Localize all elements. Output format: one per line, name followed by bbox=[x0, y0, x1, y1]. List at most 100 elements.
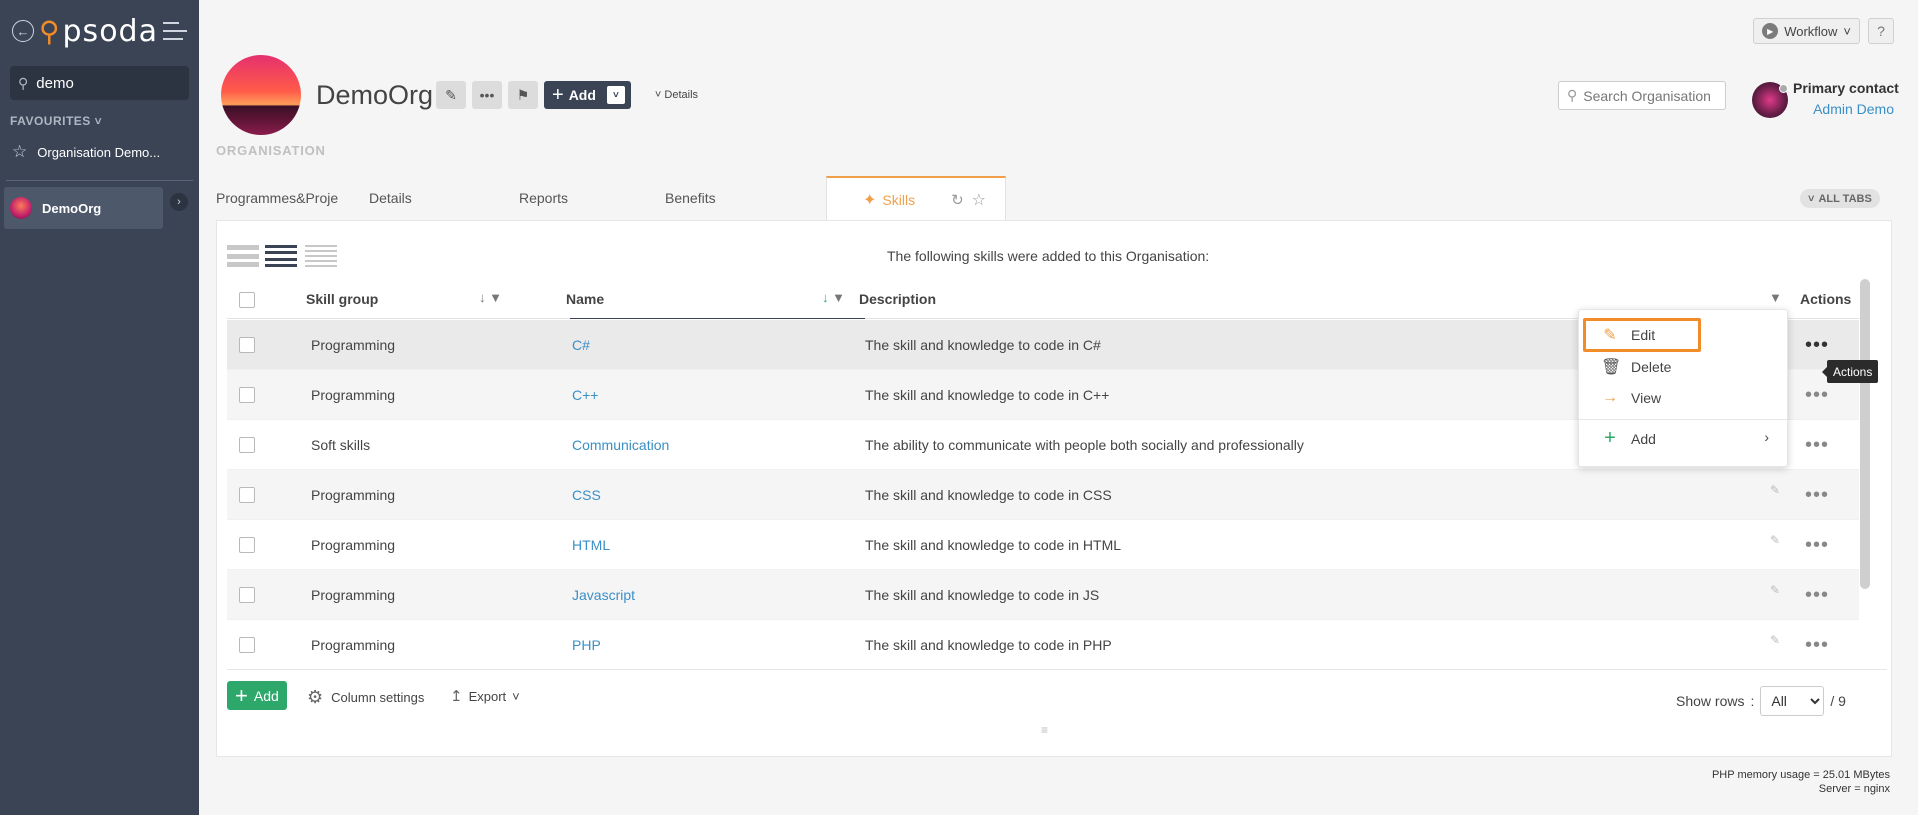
org-type-label: ORGANISATION bbox=[216, 143, 326, 158]
sidebar: ← ⚲ psoda ⚲ FAVOURITES ˅ ☆ Organisation … bbox=[0, 0, 199, 815]
row-checkbox[interactable] bbox=[239, 387, 255, 403]
cell-name-link[interactable]: Javascript bbox=[572, 587, 635, 603]
header-actions: Actions bbox=[1800, 291, 1852, 307]
chevron-right-icon: › bbox=[1764, 429, 1769, 445]
menu-item-delete[interactable]: 🗑 Delete bbox=[1601, 357, 1671, 377]
favourite-item[interactable]: ☆ Organisation Demo... bbox=[12, 142, 199, 162]
star-icon: ☆ bbox=[12, 142, 28, 161]
sort-filter-name[interactable]: ↓ ▼ bbox=[822, 290, 845, 305]
favourite-item-label: Organisation Demo... bbox=[37, 144, 161, 160]
export-button[interactable]: ↥ Export ˅ bbox=[450, 687, 520, 705]
sidebar-search-input[interactable] bbox=[36, 74, 177, 92]
menu-toggle-icon[interactable] bbox=[162, 22, 187, 40]
more-options-button[interactable]: ••• bbox=[472, 81, 502, 109]
all-tabs-button[interactable]: ˅ ALL TABS bbox=[1800, 189, 1880, 208]
show-rows-control: Show rows: All / 9 bbox=[1676, 686, 1846, 716]
sort-filter-skill-group[interactable]: ↓ ▼ bbox=[479, 290, 502, 305]
scrollbar[interactable] bbox=[1860, 279, 1870, 589]
add-button[interactable]: + Add ˅ bbox=[544, 81, 631, 109]
chevron-right-icon[interactable]: › bbox=[170, 193, 188, 211]
actions-tooltip: Actions bbox=[1821, 360, 1879, 383]
tab-programmes-projects[interactable]: Programmes&Proje bbox=[216, 176, 366, 220]
pencil-icon[interactable]: ✎ bbox=[1770, 533, 1780, 547]
primary-contact-avatar[interactable] bbox=[1752, 82, 1788, 118]
menu-item-view[interactable]: → View bbox=[1601, 389, 1661, 407]
table-row[interactable]: Programming Javascript The skill and kno… bbox=[227, 570, 1859, 620]
menu-item-edit[interactable]: ✎ Edit bbox=[1601, 325, 1655, 345]
view-large-icon[interactable] bbox=[227, 245, 259, 267]
primary-contact-link[interactable]: Admin Demo bbox=[1813, 101, 1894, 117]
sidebar-item-demoorg[interactable]: DemoOrg bbox=[4, 187, 163, 229]
cell-description: The skill and knowledge to code in HTML bbox=[865, 537, 1122, 553]
row-actions-menu-icon[interactable]: ••• bbox=[1805, 535, 1829, 555]
row-checkbox[interactable] bbox=[239, 337, 255, 353]
row-actions-menu-icon[interactable]: ••• bbox=[1805, 635, 1829, 655]
pencil-icon[interactable]: ✎ bbox=[1770, 483, 1780, 497]
header-name[interactable]: Name bbox=[566, 291, 604, 307]
view-medium-icon[interactable] bbox=[265, 245, 297, 267]
show-rows-label: Show rows bbox=[1676, 693, 1745, 709]
search-organisation-input[interactable]: ⚲ Search Organisation bbox=[1558, 81, 1726, 110]
chevron-down-icon: ˅ bbox=[94, 114, 103, 128]
primary-contact-title: Primary contact bbox=[1793, 80, 1899, 96]
sidebar-search[interactable]: ⚲ bbox=[10, 66, 189, 100]
chevron-down-icon: ˅ bbox=[606, 86, 625, 104]
filter-icon: ▼ bbox=[1769, 290, 1782, 305]
row-checkbox[interactable] bbox=[239, 587, 255, 603]
plus-icon: + bbox=[235, 682, 248, 708]
org-avatar-small bbox=[10, 197, 32, 219]
tab-benefits[interactable]: Benefits bbox=[665, 176, 815, 220]
table-row[interactable]: Programming PHP The skill and knowledge … bbox=[227, 620, 1859, 670]
column-settings-button[interactable]: ⚙ Column settings bbox=[307, 687, 424, 708]
tab-reports[interactable]: Reports bbox=[516, 176, 665, 220]
header-description[interactable]: Description bbox=[859, 291, 936, 307]
table-row[interactable]: Programming HTML The skill and knowledge… bbox=[227, 520, 1859, 570]
scrollbar-thumb[interactable] bbox=[1860, 279, 1870, 589]
cell-name-link[interactable]: CSS bbox=[572, 487, 601, 503]
show-rows-select[interactable]: All bbox=[1760, 686, 1825, 716]
filter-icon: ▼ bbox=[489, 290, 502, 305]
pencil-icon[interactable]: ✎ bbox=[1770, 583, 1780, 597]
row-actions-menu-icon[interactable]: ••• bbox=[1805, 435, 1829, 455]
row-actions-menu-icon[interactable]: ••• bbox=[1805, 585, 1829, 605]
help-button[interactable]: ? bbox=[1868, 18, 1894, 44]
back-button[interactable]: ← bbox=[12, 20, 34, 42]
pencil-icon[interactable]: ✎ bbox=[1770, 633, 1780, 647]
row-checkbox[interactable] bbox=[239, 487, 255, 503]
header-skill-group[interactable]: Skill group bbox=[306, 291, 378, 307]
cell-name-link[interactable]: PHP bbox=[572, 637, 601, 653]
favourites-title[interactable]: FAVOURITES ˅ bbox=[10, 114, 199, 128]
star-icon[interactable]: ☆ bbox=[972, 190, 986, 210]
edit-org-button[interactable]: ✎ bbox=[436, 81, 466, 109]
add-skill-button[interactable]: + Add bbox=[227, 681, 287, 710]
logo[interactable]: ⚲ psoda bbox=[39, 14, 158, 49]
org-avatar bbox=[221, 55, 301, 135]
filter-description[interactable]: ▼ bbox=[1769, 290, 1782, 305]
notifications-button[interactable]: ⚑ bbox=[508, 81, 538, 109]
menu-item-add[interactable]: + Add bbox=[1601, 427, 1656, 450]
cell-name-link[interactable]: HTML bbox=[572, 537, 610, 553]
row-checkbox[interactable] bbox=[239, 437, 255, 453]
details-toggle[interactable]: ˅ Details bbox=[655, 89, 698, 101]
tab-skills[interactable]: ✦ Skills ↻ ☆ bbox=[826, 176, 1006, 222]
view-compact-icon[interactable] bbox=[305, 245, 337, 267]
row-checkbox[interactable] bbox=[239, 537, 255, 553]
row-actions-menu-icon[interactable]: ••• bbox=[1805, 385, 1829, 405]
cell-name-link[interactable]: C++ bbox=[572, 387, 598, 403]
cell-skill-group: Soft skills bbox=[311, 437, 371, 453]
row-checkbox[interactable] bbox=[239, 637, 255, 653]
select-all-checkbox[interactable] bbox=[239, 292, 255, 308]
cell-name-link[interactable]: C# bbox=[572, 337, 590, 353]
cell-skill-group: Programming bbox=[311, 637, 396, 653]
workflow-button[interactable]: ▶ Workflow ˅ bbox=[1753, 18, 1860, 44]
table-row[interactable]: Programming CSS The skill and knowledge … bbox=[227, 470, 1859, 520]
row-actions-menu-icon[interactable]: ••• bbox=[1805, 485, 1829, 505]
intro-text: The following skills were added to this … bbox=[887, 248, 1210, 264]
resize-handle-icon[interactable]: ≡ bbox=[1041, 723, 1048, 737]
sort-down-icon: ↓ bbox=[479, 290, 486, 305]
row-actions-menu-icon[interactable]: ••• bbox=[1805, 335, 1829, 355]
tab-details[interactable]: Details bbox=[366, 176, 516, 220]
refresh-icon[interactable]: ↻ bbox=[951, 191, 964, 209]
plus-icon: + bbox=[552, 84, 564, 106]
cell-name-link[interactable]: Communication bbox=[572, 437, 669, 453]
